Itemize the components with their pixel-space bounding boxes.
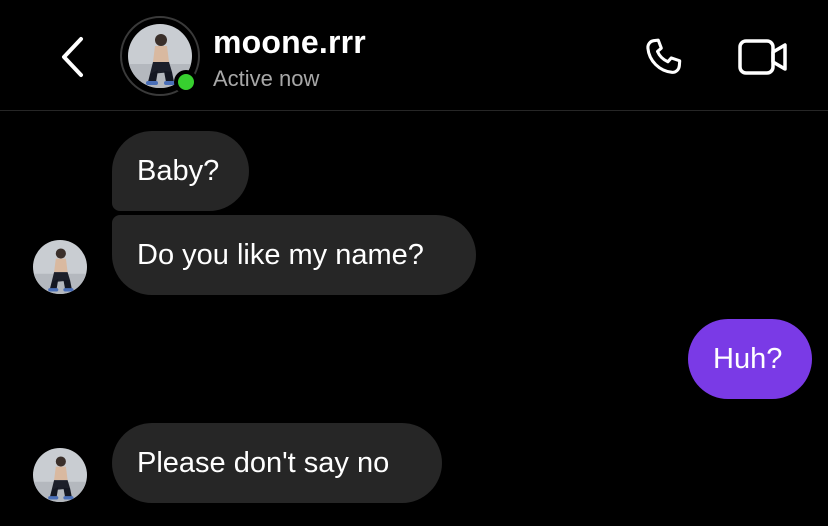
username-label: moone.rrr <box>213 24 366 60</box>
message-text: Baby? <box>137 154 220 187</box>
chevron-left-icon <box>62 37 83 77</box>
received-message-bubble[interactable]: Please don't say no <box>112 423 442 503</box>
phone-icon <box>646 38 682 74</box>
message-text: Do you like my name? <box>137 238 424 271</box>
active-status-label: Active now <box>213 66 320 91</box>
message-text: Huh? <box>713 342 783 375</box>
dm-conversation-screen: moone.rrr Active now Baby? Do you like m… <box>0 0 828 526</box>
chat-header: moone.rrr Active now <box>0 0 828 111</box>
online-status-dot <box>174 70 198 94</box>
profile-avatar-button[interactable] <box>120 16 200 96</box>
header-title-block[interactable]: moone.rrr Active now <box>213 22 366 96</box>
back-button[interactable] <box>52 32 92 82</box>
message-text: Please don't say no <box>137 446 390 479</box>
sender-avatar[interactable] <box>33 240 87 294</box>
sent-message-bubble[interactable]: Huh? <box>688 319 812 399</box>
audio-call-button[interactable] <box>638 32 690 82</box>
video-call-button[interactable] <box>734 32 792 82</box>
received-message-bubble[interactable]: Do you like my name? <box>112 215 476 295</box>
video-camera-icon <box>738 39 787 75</box>
sender-avatar[interactable] <box>33 448 87 502</box>
received-message-bubble[interactable]: Baby? <box>112 131 249 211</box>
